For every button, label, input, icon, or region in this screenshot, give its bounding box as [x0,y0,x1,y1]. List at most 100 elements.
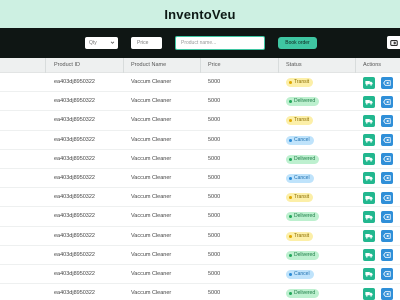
ship-button[interactable] [363,249,375,262]
truck-icon [365,291,373,297]
cell-product-id: ea403dj8950322 [54,155,95,162]
status-badge: Delivered [286,289,320,299]
cell-product-id: ea403dj8950322 [54,174,95,181]
cell-price: 5000 [208,213,221,220]
truck-icon [365,118,373,124]
table-row: ea403dj8950322 Vaccum Cleaner 5000 Delivere… [0,284,400,300]
cell-product-name: Vaccum Cleaner [131,117,172,124]
table-row: ea403dj8950322 Vaccum Cleaner 5000 Delivere… [0,246,400,265]
delete-button[interactable] [381,76,393,89]
ship-button[interactable] [363,153,375,166]
status-label: Delivered [294,251,316,258]
product-name-input[interactable]: Product name... [175,36,265,50]
cell-product-name: Vaccum Cleaner [131,174,172,181]
status-badge: Cancel [286,173,314,183]
status-badge: Delivered [286,154,320,164]
book-order-label: Book order [285,40,310,46]
status-dot [289,157,292,161]
cell-product-id: ea403dj8950322 [54,136,95,143]
delete-icon [383,118,391,124]
ship-button[interactable] [363,268,375,281]
status-badge: Transit [286,78,314,87]
cell-price: 5000 [208,194,221,201]
status-label: Transit [294,232,310,239]
table-row: ea403dj8950322 Vaccum Cleaner 5000 Transit [0,111,400,131]
column-divider [45,58,46,73]
ship-button[interactable] [363,134,375,147]
status-badge: Delivered [286,250,320,260]
app-title: InventoVeu [164,6,236,22]
delete-button[interactable] [381,210,393,223]
delete-button[interactable] [381,249,393,262]
status-label: Delivered [294,155,316,162]
price-input[interactable]: Price [131,37,162,49]
delete-button[interactable] [381,191,393,204]
column-divider [123,58,124,73]
ship-button[interactable] [363,172,375,185]
cell-price: 5000 [208,79,221,85]
delete-button[interactable] [381,153,393,166]
truck-icon [365,138,373,143]
delete-button[interactable] [381,134,393,147]
cell-product-name: Vaccum Cleaner [131,232,172,239]
status-label: Transit [294,194,310,201]
header-price: Price [208,62,221,68]
ship-button[interactable] [363,210,375,223]
delete-button[interactable] [381,230,393,242]
status-badge: Cancel [286,135,314,145]
status-label: Cancel [294,136,310,143]
delete-icon [383,175,391,182]
filter-toolbar: Qty Price Product name... Book order [0,28,400,58]
cell-product-id: ea403dj8950322 [54,213,95,220]
cell-price: 5000 [208,98,221,105]
status-badge: Delivered [286,212,320,222]
status-badge: Transit [286,193,314,203]
cell-price: 5000 [208,270,221,277]
status-dot [289,272,292,276]
column-divider [355,58,356,73]
status-label: Transit [294,117,310,124]
app-header: InventoVeu [0,0,400,28]
delete-icon [383,233,391,239]
delete-button[interactable] [381,95,393,108]
cell-price: 5000 [208,290,221,297]
delete-button[interactable] [381,114,393,127]
export-button[interactable] [387,36,400,49]
ship-button[interactable] [363,114,375,127]
delete-button[interactable] [381,268,393,281]
cell-product-id: ea403dj8950322 [54,290,95,297]
ship-button[interactable] [363,76,375,89]
cell-product-id: ea403dj8950322 [54,270,95,277]
qty-select[interactable]: Qty [85,37,118,49]
delete-button[interactable] [381,172,393,185]
table-row: ea403dj8950322 Vaccum Cleaner 5000 Transit [0,73,400,93]
cell-price: 5000 [208,232,221,239]
book-order-button[interactable]: Book order [278,37,317,49]
truck-icon [365,214,373,220]
cell-product-id: ea403dj8950322 [54,79,95,85]
table-row: ea403dj8950322 Vaccum Cleaner 5000 Transit [0,188,400,208]
orders-table-body: ea403dj8950322 Vaccum Cleaner 5000 Transit e… [0,73,400,300]
ship-button[interactable] [363,230,375,242]
price-input-placeholder: Price [137,40,149,46]
ship-button[interactable] [363,95,375,108]
cell-price: 5000 [208,136,221,143]
table-row: ea403dj8950322 Vaccum Cleaner 5000 Transit [0,227,400,246]
ship-button[interactable] [363,287,375,300]
cell-price: 5000 [208,174,221,181]
delete-icon [383,194,391,201]
truck-icon [365,234,373,239]
cell-product-name: Vaccum Cleaner [131,79,172,85]
status-label: Delivered [294,98,316,105]
delete-icon [383,156,391,163]
truck-icon [365,272,373,278]
status-badge: Delivered [286,97,320,107]
delete-icon [383,98,391,105]
column-divider [278,58,279,73]
table-row: ea403dj8950322 Vaccum Cleaner 5000 Cancel [0,265,400,285]
header-product-id: Product ID [54,62,80,68]
status-badge: Transit [286,116,314,126]
cell-product-name: Vaccum Cleaner [131,270,172,277]
delete-button[interactable] [381,287,393,300]
ship-button[interactable] [363,191,375,204]
